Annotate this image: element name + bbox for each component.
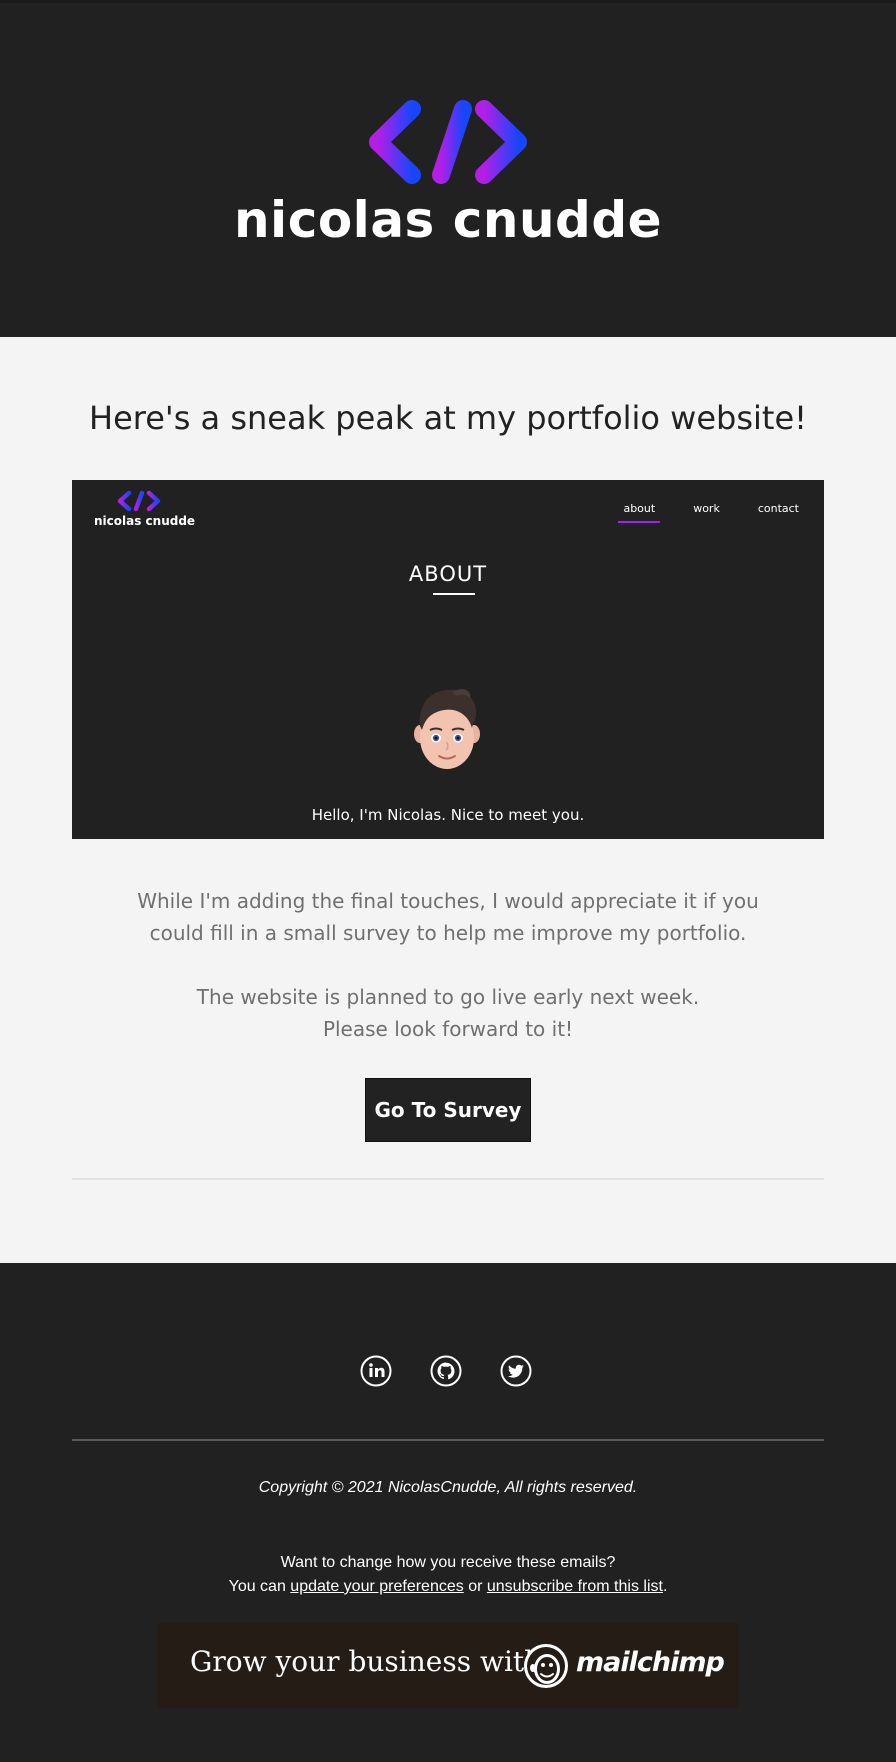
nav-item-contact: contact: [757, 502, 799, 515]
brand-name: nicolas cnudde: [233, 191, 663, 249]
copyright-text: Copyright © 2021 NicolasCnudde, All righ…: [258, 1479, 638, 1496]
twitter-icon[interactable]: [500, 1355, 532, 1387]
email-body: Here's a sneak peak at my portfolio webs…: [0, 337, 896, 1263]
code-brackets-icon: [369, 100, 527, 184]
manage-line: Want to change how you receive these ema…: [280, 1554, 616, 1571]
github-icon[interactable]: [430, 1355, 462, 1387]
paragraph-line: Please look forward to it!: [322, 1017, 574, 1041]
section-title-underline: [433, 593, 475, 595]
mailchimp-referral-badge[interactable]: Grow your business with mailchimp: [158, 1623, 738, 1708]
mailchimp-wordmark: mailchimp: [576, 1647, 725, 1678]
manage-prefix: You can: [228, 1578, 291, 1595]
nav-item-about: about: [618, 502, 661, 523]
headline: Here's a sneak peak at my portfolio webs…: [89, 399, 807, 437]
code-brackets-icon: [117, 490, 161, 512]
divider: [72, 1178, 824, 1180]
update-preferences-link[interactable]: update your preferences: [290, 1578, 463, 1595]
go-to-survey-button[interactable]: Go To Survey: [365, 1078, 531, 1142]
unsubscribe-link[interactable]: unsubscribe from this list: [487, 1578, 663, 1595]
launch-note-paragraph: The website is planned to go live early …: [100, 981, 796, 1045]
footer-divider: [72, 1439, 824, 1441]
mailchimp-tagline: Grow your business with: [190, 1645, 543, 1678]
social-links: [360, 1355, 532, 1387]
period: .: [662, 1578, 668, 1595]
portfolio-preview-screenshot: nicolas cnudde about work contact ABOUT …: [72, 480, 824, 839]
email-preferences-text: Want to change how you receive these ema…: [0, 1551, 896, 1599]
or-text: or: [463, 1578, 487, 1595]
survey-request-paragraph: While I'm adding the final touches, I wo…: [100, 885, 796, 949]
nav-item-work: work: [693, 502, 720, 515]
preview-brand-name: nicolas cnudde: [94, 514, 196, 528]
email-header: nicolas cnudde: [0, 0, 896, 337]
preview-greeting: Hello, I'm Nicolas. Nice to meet you.: [311, 806, 585, 824]
manage-links-line: You can update your preferences or unsub…: [0, 1575, 896, 1599]
preview-section-title: ABOUT: [408, 562, 488, 586]
mailchimp-freddie-icon: [524, 1644, 568, 1688]
preview-nav: about work contact: [618, 502, 804, 523]
paragraph-line: While I'm adding the final touches, I wo…: [137, 889, 759, 913]
paragraph-line: could fill in a small survey to help me …: [149, 921, 747, 945]
linkedin-icon[interactable]: [360, 1355, 392, 1387]
memoji-avatar: [414, 689, 480, 769]
paragraph-line: The website is planned to go live early …: [196, 985, 700, 1009]
email-footer: Copyright © 2021 NicolasCnudde, All righ…: [0, 1263, 896, 1762]
